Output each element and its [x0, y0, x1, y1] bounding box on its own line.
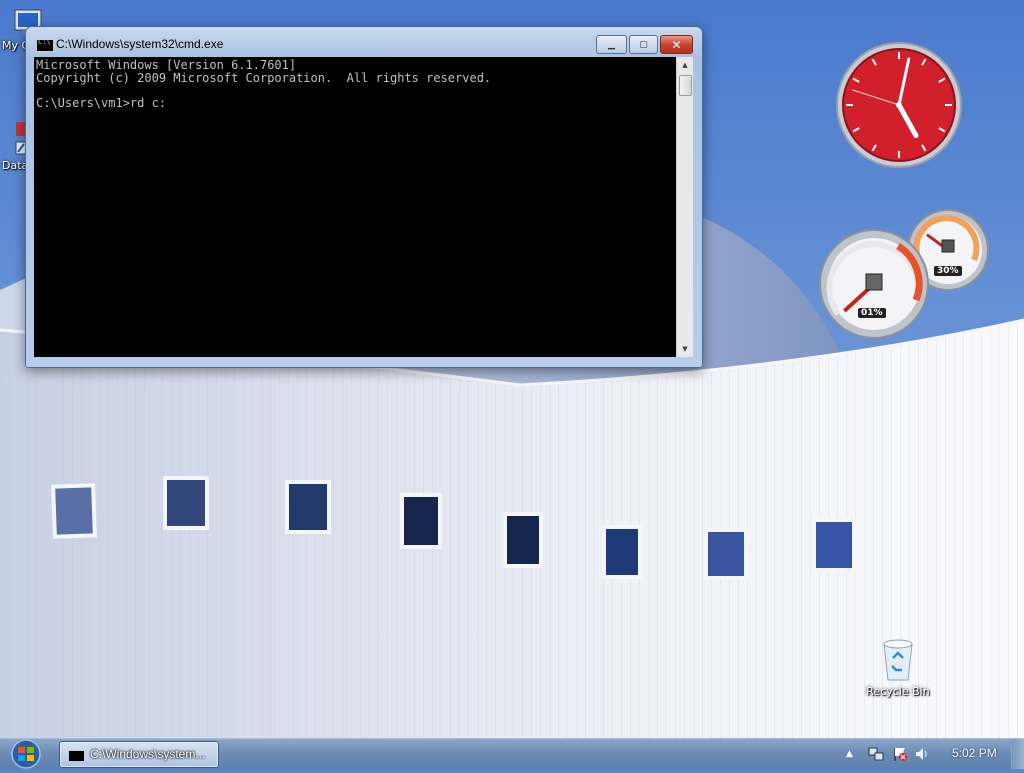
taskbar: C:\Windows\system... ▲ 5:02 PM	[0, 738, 1024, 769]
notification-area: ▲ 5:02 PM	[838, 739, 1024, 769]
maximize-icon: ▢	[639, 39, 648, 50]
start-button[interactable]	[6, 739, 46, 769]
recycle-bin-label: Recycle Bin	[866, 685, 930, 698]
taskbar-item-label: C:\Windows\system...	[90, 747, 206, 761]
clock-gadget[interactable]	[834, 40, 964, 170]
cmd-window[interactable]: C:\Windows\system32\cmd.exe ▁ ▢ ✕ Micros…	[25, 26, 703, 368]
windows-orb-icon	[11, 739, 41, 769]
show-desktop-button[interactable]	[1011, 739, 1024, 769]
window-title: C:\Windows\system32\cmd.exe	[56, 37, 224, 51]
minimize-icon: ▁	[608, 39, 615, 50]
cmd-titlebar[interactable]: C:\Windows\system32\cmd.exe ▁ ▢ ✕	[26, 27, 702, 57]
close-button[interactable]: ✕	[660, 35, 693, 54]
recycle-bin-desktop-icon[interactable]: Recycle Bin	[858, 636, 938, 698]
console-line: Copyright (c) 2009 Microsoft Corporation…	[36, 70, 492, 85]
show-hidden-icons-icon[interactable]: ▲	[846, 746, 862, 762]
action-center-flag-icon[interactable]	[892, 746, 908, 762]
cpu-meter-gadget[interactable]: 01% 30%	[818, 208, 990, 340]
scroll-up-arrow-icon[interactable]: ▲	[677, 57, 693, 73]
console-line: Microsoft Windows [Version 6.1.7601]	[36, 58, 297, 72]
console-prompt-line: C:\Users\vm1>rd c:	[36, 95, 167, 110]
scroll-thumb[interactable]	[679, 75, 692, 96]
cmd-icon	[68, 750, 85, 762]
maximize-button[interactable]: ▢	[629, 35, 658, 54]
memory-usage-text: 30%	[934, 266, 962, 276]
scroll-down-arrow-icon[interactable]: ▼	[677, 341, 693, 357]
close-icon: ✕	[671, 37, 682, 52]
volume-icon[interactable]	[914, 746, 930, 762]
cmd-icon	[36, 38, 54, 52]
recycle-bin-icon	[883, 639, 913, 681]
console-output[interactable]: Microsoft Windows [Version 6.1.7601] Copy…	[34, 57, 676, 357]
vertical-scrollbar[interactable]: ▲ ▼	[676, 57, 693, 357]
taskbar-clock[interactable]: 5:02 PM	[952, 746, 997, 760]
taskbar-item-cmd[interactable]: C:\Windows\system...	[59, 741, 219, 768]
minimize-button[interactable]: ▁	[596, 35, 627, 54]
network-icon[interactable]	[868, 746, 884, 762]
cpu-usage-text: 01%	[858, 308, 886, 318]
